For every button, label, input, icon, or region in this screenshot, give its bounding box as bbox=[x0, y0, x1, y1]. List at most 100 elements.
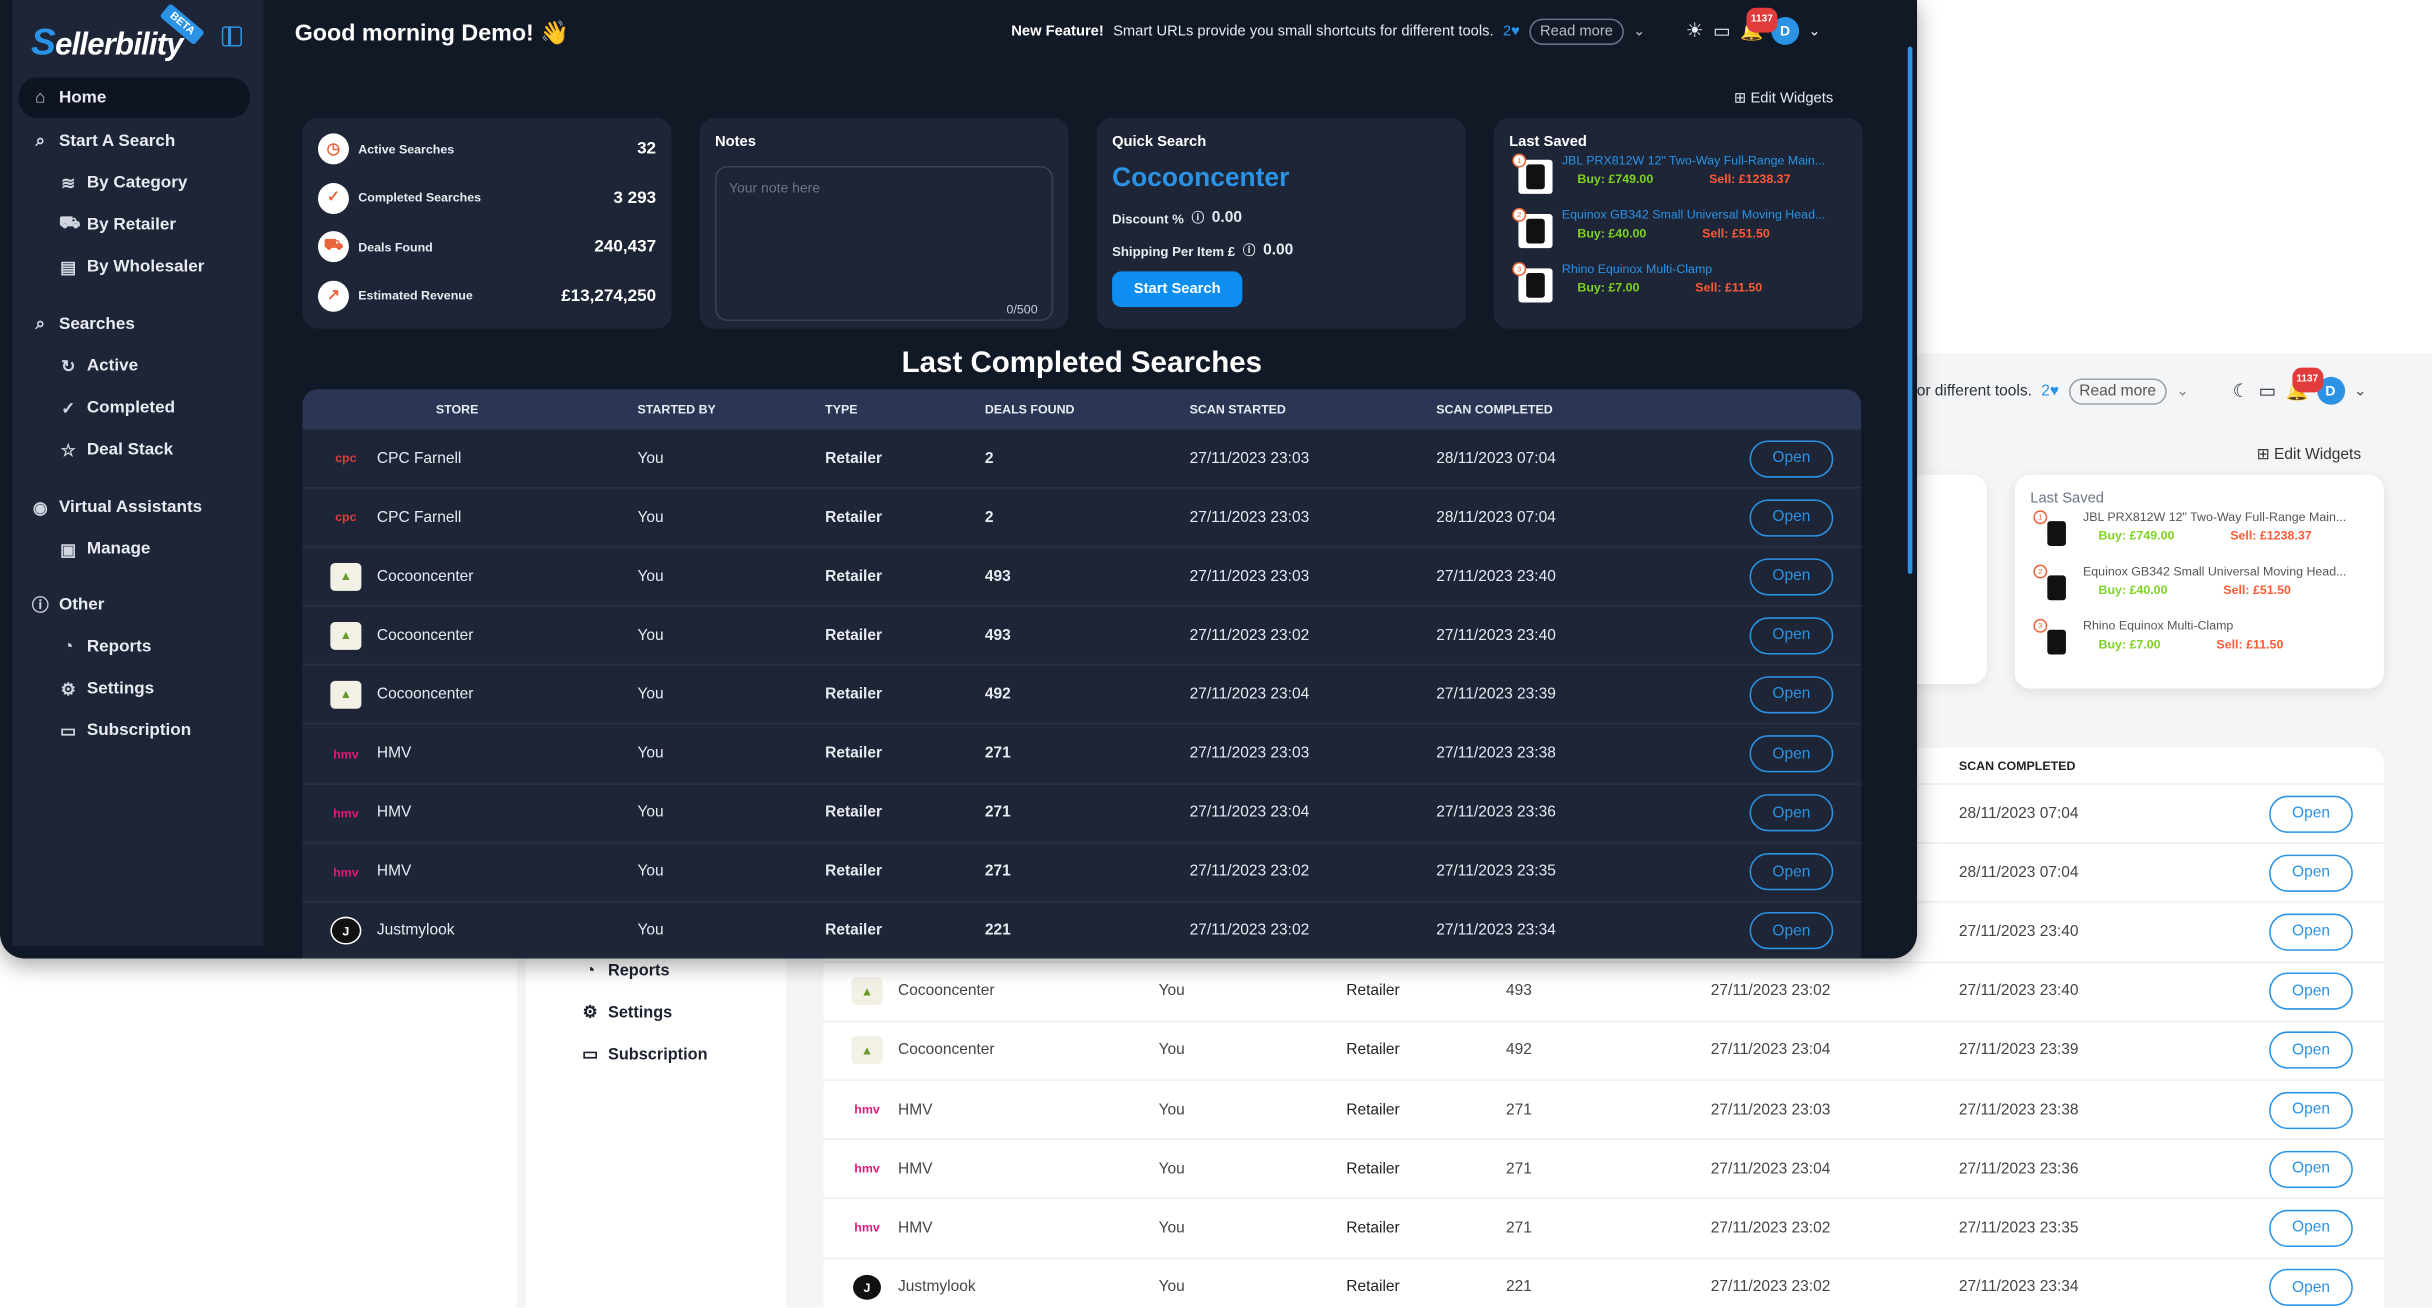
like-count[interactable]: 2♥ bbox=[1503, 22, 1520, 39]
sidebar-item-completed[interactable]: ✓ Completed bbox=[19, 388, 250, 428]
product-link[interactable]: Equinox GB342 Small Universal Moving Hea… bbox=[1562, 208, 1841, 222]
collapse-sidebar-icon[interactable] bbox=[221, 26, 242, 47]
light-chevron-down-icon[interactable]: ⌄ bbox=[2176, 382, 2189, 399]
cell-store[interactable]: Cocooncenter bbox=[377, 568, 474, 585]
cell-store[interactable]: Cocooncenter bbox=[377, 627, 474, 644]
saved-item[interactable]: 2 Equinox GB342 Small Universal Moving He… bbox=[1509, 207, 1847, 259]
sidebar-item-searches[interactable]: ⌕ Searches bbox=[19, 304, 250, 344]
light-product-thumbnail[interactable]: 2 bbox=[2033, 564, 2074, 605]
sun-icon[interactable]: ☀ bbox=[1686, 19, 1704, 44]
archive-icon[interactable]: ▭ bbox=[1713, 20, 1731, 42]
light-bell-icon[interactable]: 🔔1137 bbox=[2285, 367, 2323, 402]
light-saved-item[interactable]: 1 JBL PRX812W 12" Two-Way Full-Range Main… bbox=[2030, 510, 2368, 561]
light-open-button[interactable]: Open bbox=[2269, 913, 2353, 951]
pie-icon: ◔ bbox=[63, 637, 74, 657]
sidebar-item-by-category[interactable]: ≋ By Category bbox=[19, 163, 250, 203]
light-avatar-chevron-icon[interactable]: ⌄ bbox=[2354, 382, 2367, 399]
open-button[interactable]: Open bbox=[1749, 439, 1834, 478]
product-thumbnail[interactable]: 1 bbox=[1512, 153, 1553, 194]
sidebar-item-by-retailer[interactable]: ⛟ By Retailer bbox=[19, 205, 250, 245]
light-cell-store[interactable]: HMV bbox=[898, 1160, 932, 1177]
light-cell-deals: 492 bbox=[1506, 1042, 1532, 1060]
open-button[interactable]: Open bbox=[1749, 617, 1834, 655]
completed-searches-icon: ✓ bbox=[317, 182, 349, 214]
sidebar-item-manage[interactable]: ▣ Manage bbox=[19, 529, 250, 569]
light-cell-store[interactable]: Cocooncenter bbox=[898, 1042, 995, 1059]
avatar-chevron-icon[interactable]: ⌄ bbox=[1808, 22, 1820, 39]
sidebar-item-active[interactable]: ↻ Active bbox=[19, 346, 250, 386]
light-open-button[interactable]: Open bbox=[2269, 854, 2353, 892]
light-archive-icon[interactable]: ▭ bbox=[2259, 380, 2277, 402]
cell-store[interactable]: Justmylook bbox=[377, 923, 455, 940]
discount-value[interactable]: 0.00 bbox=[1212, 209, 1242, 226]
cell-store[interactable]: HMV bbox=[377, 804, 411, 821]
logo[interactable]: Sellerbility bbox=[31, 22, 184, 65]
light-moon-icon[interactable]: ☾ bbox=[2233, 380, 2250, 402]
light-saved-item[interactable]: 2 Equinox GB342 Small Universal Moving He… bbox=[2030, 564, 2368, 616]
light-open-button[interactable]: Open bbox=[2269, 1268, 2353, 1307]
open-button[interactable]: Open bbox=[1749, 735, 1834, 773]
cell-by: You bbox=[637, 745, 664, 763]
open-button[interactable]: Open bbox=[1749, 794, 1834, 832]
light-read-more-button[interactable]: Read more bbox=[2068, 377, 2167, 405]
light-product-link[interactable]: Equinox GB342 Small Universal Moving Hea… bbox=[2083, 565, 2362, 579]
sidebar-item-reports[interactable]: ◔ Reports bbox=[19, 627, 250, 667]
light-sidebar-item-label: Settings bbox=[607, 1003, 673, 1023]
cell-by: You bbox=[637, 686, 664, 704]
sidebar-item-by-wholesaler[interactable]: ▤ By Wholesaler bbox=[19, 247, 250, 287]
quick-search-store[interactable]: Cocooncenter bbox=[1112, 163, 1450, 194]
cell-store[interactable]: Cocooncenter bbox=[377, 686, 474, 703]
open-button[interactable]: Open bbox=[1749, 853, 1834, 891]
light-product-link[interactable]: JBL PRX812W 12" Two-Way Full-Range Main.… bbox=[2083, 510, 2362, 524]
chevron-down-icon[interactable]: ⌄ bbox=[1633, 22, 1645, 39]
light-cell-store[interactable]: HMV bbox=[898, 1220, 932, 1237]
refresh-icon: ↻ bbox=[61, 357, 76, 377]
light-product-link[interactable]: Rhino Equinox Multi-Clamp bbox=[2083, 619, 2362, 633]
saved-item[interactable]: 3 Rhino Equinox Multi-Clamp Buy: £7.00 Sell… bbox=[1509, 262, 1847, 313]
sidebar-item-deal-stack[interactable]: ☆ Deal Stack bbox=[19, 430, 250, 470]
open-button[interactable]: Open bbox=[1749, 557, 1834, 596]
sidebar-item-other[interactable]: ⓘ Other bbox=[19, 585, 250, 625]
light-sidebar-item-subscription[interactable]: ▭ Subscription bbox=[582, 1045, 707, 1064]
light-product-thumbnail[interactable]: 1 bbox=[2033, 510, 2074, 551]
light-cell-store[interactable]: HMV bbox=[898, 1101, 932, 1118]
bell-icon[interactable]: 🔔1137 bbox=[1740, 7, 1778, 42]
light-sidebar-item-reports[interactable]: ◔ Reports bbox=[582, 962, 670, 981]
sidebar-item-subscription[interactable]: ▭ Subscription bbox=[19, 710, 250, 750]
cell-store[interactable]: CPC Farnell bbox=[377, 450, 461, 467]
light-sidebar-item-settings[interactable]: ⚙ Settings bbox=[582, 1003, 673, 1023]
light-open-button[interactable]: Open bbox=[2269, 972, 2353, 1010]
product-link[interactable]: Rhino Equinox Multi-Clamp bbox=[1562, 262, 1841, 276]
saved-item[interactable]: 1 JBL PRX812W 12" Two-Way Full-Range Main… bbox=[1509, 153, 1847, 205]
sidebar-item-settings[interactable]: ⚙ Settings bbox=[19, 668, 250, 708]
sidebar-item-virtual-assistants[interactable]: ◉ Virtual Assistants bbox=[19, 487, 250, 527]
cell-store[interactable]: CPC Farnell bbox=[377, 509, 461, 526]
product-thumbnail[interactable]: 2 bbox=[1512, 207, 1553, 249]
sidebar-item-start-a-search[interactable]: ⌕ Start A Search bbox=[19, 121, 250, 161]
open-button[interactable]: Open bbox=[1749, 498, 1834, 537]
read-more-button[interactable]: Read more bbox=[1529, 17, 1624, 45]
product-link[interactable]: JBL PRX812W 12" Two-Way Full-Range Main.… bbox=[1562, 154, 1841, 168]
light-cell-store[interactable]: Justmylook bbox=[898, 1279, 976, 1296]
scrollbar[interactable] bbox=[1907, 46, 1913, 574]
light-cell-store[interactable]: Cocooncenter bbox=[898, 983, 995, 1000]
sidebar-item-home[interactable]: ⌂ Home bbox=[18, 77, 250, 118]
light-product-thumbnail[interactable]: 3 bbox=[2033, 618, 2074, 660]
edit-widgets-button[interactable]: ⊞ Edit Widgets bbox=[1734, 90, 1833, 107]
light-open-button[interactable]: Open bbox=[2269, 795, 2353, 833]
shipping-value[interactable]: 0.00 bbox=[1263, 242, 1293, 259]
light-open-button[interactable]: Open bbox=[2269, 1091, 2353, 1129]
cell-by: You bbox=[637, 508, 664, 527]
light-open-button[interactable]: Open bbox=[2269, 1150, 2353, 1188]
light-open-button[interactable]: Open bbox=[2269, 1209, 2353, 1247]
light-edit-widgets-button[interactable]: ⊞ Edit Widgets bbox=[2257, 447, 2361, 464]
notes-textarea[interactable]: Your note here bbox=[715, 165, 1054, 322]
light-open-button[interactable]: Open bbox=[2269, 1031, 2353, 1070]
light-saved-item[interactable]: 3 Rhino Equinox Multi-Clamp Buy: £7.00 Sell… bbox=[2030, 618, 2368, 670]
product-thumbnail[interactable]: 3 bbox=[1512, 262, 1553, 303]
cell-store[interactable]: HMV bbox=[377, 863, 411, 880]
start-search-button[interactable]: Start Search bbox=[1112, 271, 1243, 308]
open-button[interactable]: Open bbox=[1749, 912, 1834, 950]
cell-store[interactable]: HMV bbox=[377, 745, 411, 762]
open-button[interactable]: Open bbox=[1749, 676, 1834, 714]
